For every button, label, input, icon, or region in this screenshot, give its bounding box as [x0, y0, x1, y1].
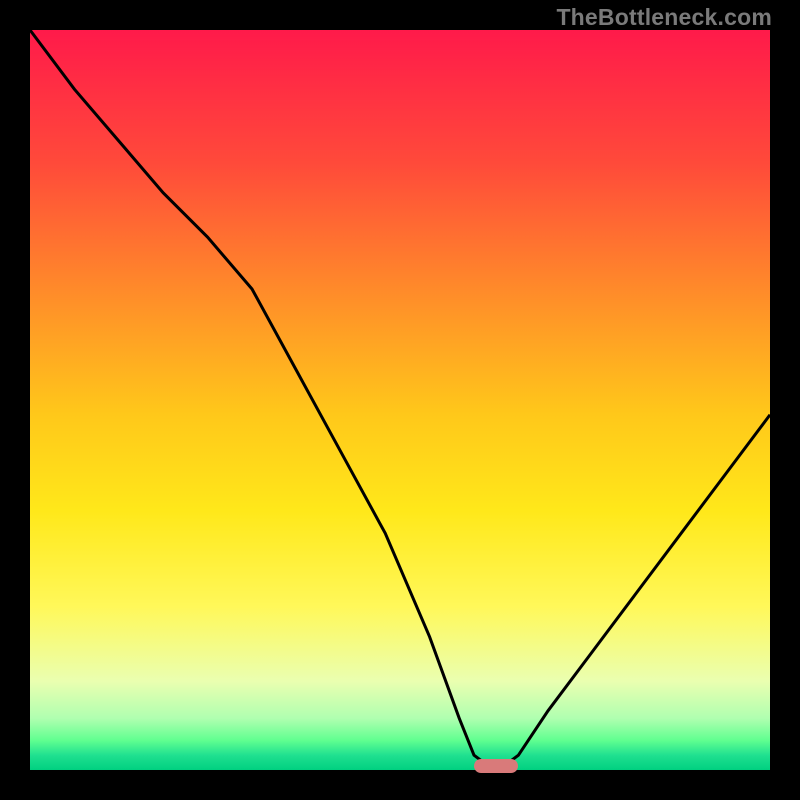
watermark-text: TheBottleneck.com: [556, 4, 772, 31]
optimal-marker: [474, 759, 518, 773]
chart-frame: TheBottleneck.com: [0, 0, 800, 800]
plot-area: [30, 30, 770, 770]
bottleneck-curve: [30, 30, 770, 770]
